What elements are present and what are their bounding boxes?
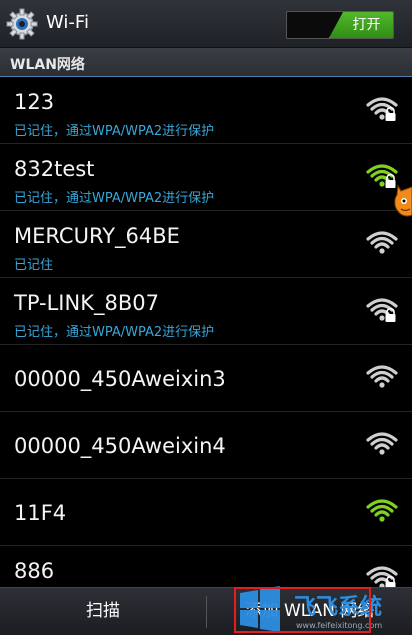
settings-gear-icon [6,8,38,40]
mascot-icon [394,184,412,217]
scan-button[interactable]: 扫描 [0,588,206,635]
section-title: WLAN网络 [10,57,85,73]
wifi-toggle[interactable]: 打开 [286,11,394,39]
network-ssid: 123 [14,90,55,114]
network-ssid: 832test [14,157,95,181]
network-ssid: 00000_450Aweixin3 [14,367,226,391]
network-ssid: TP-LINK_8B07 [14,291,159,315]
network-status: 已记住，通过WPA/WPA2进行保护 [14,325,215,340]
watermark-highlight-box [234,587,371,633]
network-ssid: 886 [14,559,55,583]
network-row[interactable]: 00000_450Aweixin3 [0,345,412,412]
network-ssid: 00000_450Aweixin4 [14,434,226,458]
network-status: 已记住，通过WPA/WPA2进行保护 [14,124,215,139]
network-row[interactable]: 00000_450Aweixin4 [0,412,412,479]
network-row[interactable]: 123 已记住，通过WPA/WPA2进行保护 [0,77,412,144]
network-row[interactable]: TP-LINK_8B07 已记住，通过WPA/WPA2进行保护 [0,278,412,345]
wifi-locked-icon [366,97,398,121]
network-ssid: MERCURY_64BE [14,224,180,248]
network-status: 已记住 [14,258,54,273]
wifi-signal-icon [366,499,398,522]
network-row[interactable]: 11F4 [0,479,412,546]
wifi-signal-icon [366,432,398,455]
network-row[interactable]: MERCURY_64BE 已记住 [0,211,412,278]
wifi-signal-icon [366,231,398,254]
wifi-locked-icon [366,298,398,322]
network-ssid: 11F4 [14,501,67,525]
section-header: WLAN网络 [0,48,412,77]
title-bar: Wi-Fi 打开 [0,0,412,48]
network-row[interactable]: 832test 已记住，通过WPA/WPA2进行保护 [0,144,412,211]
network-row[interactable]: 886已记住，通过WPA/WPA2进行保护 [0,546,412,587]
wifi-signal-icon [366,365,398,388]
network-list[interactable]: 123 已记住，通过WPA/WPA2进行保护 832test 已记住，通过WPA/WP… [0,77,412,587]
wifi-toggle-label: 打开 [329,12,393,38]
network-status: 已记住，通过WPA/WPA2进行保护 [14,191,215,206]
page-title: Wi-Fi [46,12,89,33]
